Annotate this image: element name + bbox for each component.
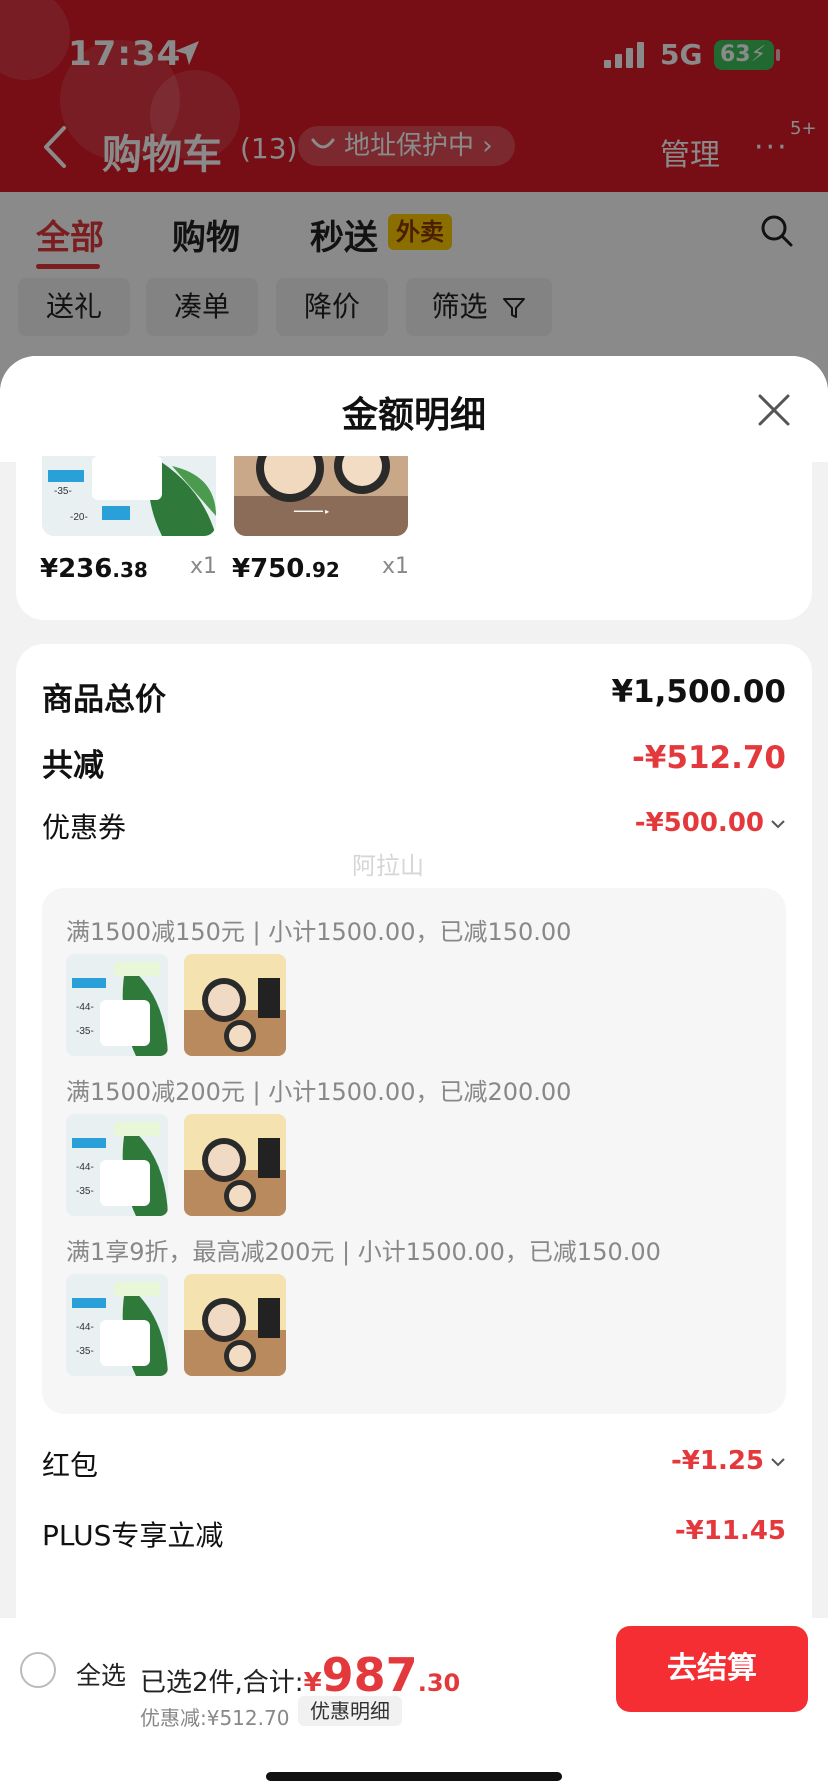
coupon-product-thumbnail [184, 954, 286, 1056]
sheet-header: 金额明细 [0, 356, 828, 462]
price-symbol: ¥ [40, 554, 59, 584]
product-thumbnail-cream[interactable]: -35- -20- [42, 456, 216, 536]
svg-text:-20-: -20- [70, 512, 88, 523]
coupon-rule-text: 满1500减150元 | 小计1500.00，已减150.00 [66, 918, 572, 946]
plus-discount-label: PLUS专享立减 [42, 1519, 224, 1552]
plus-discount-value: -¥11.45 [674, 1516, 786, 1546]
total-int: 987 [321, 1648, 418, 1702]
coupon-label: 优惠券 [42, 811, 127, 844]
price-symbol: ¥ [232, 554, 251, 584]
chevron-down-icon [771, 1457, 785, 1466]
total-price-label: 商品总价 [42, 682, 166, 718]
coupon-breakdown: 满1500减150元 | 小计1500.00，已减150.00 -44- -35… [42, 888, 786, 1414]
total-reduce-value: -¥512.70 [631, 740, 786, 776]
coupon-value-toggle[interactable]: -¥500.00 [635, 808, 786, 838]
cream-jar-product-image: -44- -35- [66, 1274, 168, 1376]
coupon-product-thumbnail: -44- -35- [66, 954, 168, 1056]
svg-text:-35-: -35- [54, 486, 72, 497]
svg-text:-35-: -35- [76, 1186, 94, 1197]
svg-text:━━━━━━ ▸: ━━━━━━ ▸ [293, 507, 329, 516]
cream-jar-product-image: -44- -35- [66, 1114, 168, 1216]
home-indicator[interactable] [266, 1772, 562, 1781]
coupon-product-thumbnail [184, 1274, 286, 1376]
amount-detail-sheet: 金额明细 -35- -20- ¥236.38 x1 ━━━━━━ ▸ ¥750.… [0, 356, 828, 1792]
cream-jar-product-image: -35- -20- [42, 456, 216, 536]
coupon-value: -¥500.00 [634, 808, 764, 838]
selected-summary: 已选2件,合计:¥987.30 [140, 1648, 460, 1702]
sheet-title: 金额明细 [341, 395, 486, 436]
red-packet-value-toggle[interactable]: -¥1.25 [671, 1446, 786, 1476]
svg-text:-44-: -44- [76, 1322, 94, 1333]
coupon-product-thumbnail: -44- -35- [66, 1274, 168, 1376]
coupon-product-thumbnail: -44- -35- [66, 1114, 168, 1216]
price-dec: .92 [304, 558, 340, 582]
svg-text:-44-: -44- [76, 1162, 94, 1173]
svg-text:-35-: -35- [76, 1026, 94, 1037]
product-thumbnail-powder[interactable]: ━━━━━━ ▸ [234, 456, 408, 536]
price-dec: .38 [112, 558, 148, 582]
pressed-powder-product-image: ━━━━━━ ▸ [234, 456, 408, 536]
coupon-product-thumbnail [184, 1114, 286, 1216]
red-packet-label: 红包 [42, 1449, 99, 1482]
discount-detail-button[interactable]: 优惠明细 [298, 1696, 402, 1726]
coupon-rule-text: 满1500减200元 | 小计1500.00，已减200.00 [66, 1078, 572, 1106]
goods-price: ¥750.92 [232, 554, 340, 584]
amount-detail-card: 商品总价 ¥1,500.00 共减 -¥512.70 优惠券 -¥500.00 … [16, 644, 812, 1678]
svg-text:-35-: -35- [76, 1346, 94, 1357]
coupon-rule-text: 满1享9折，最高减200元 | 小计1500.00，已减150.00 [66, 1238, 661, 1266]
cream-jar-product-image: -44- -35- [66, 954, 168, 1056]
selected-goods-card: -35- -20- ¥236.38 x1 ━━━━━━ ▸ ¥750.92 x1 [16, 456, 812, 620]
select-all-radio[interactable] [20, 1652, 56, 1688]
total-reduce-label: 共减 [42, 748, 104, 784]
checkout-button[interactable]: 去结算 [616, 1626, 808, 1712]
red-packet-value: -¥1.25 [670, 1446, 764, 1476]
discount-summary: 优惠减:¥512.70 [140, 1706, 290, 1730]
goods-qty: x1 [190, 554, 218, 579]
price-int: 750 [250, 554, 305, 584]
pressed-powder-product-image [184, 1274, 286, 1376]
pressed-powder-product-image [184, 954, 286, 1056]
watermark-text: 阿拉山 [352, 852, 424, 880]
total-price-value: ¥1,500.00 [611, 674, 786, 710]
svg-text:-44-: -44- [76, 1002, 94, 1013]
goods-price: ¥236.38 [40, 554, 148, 584]
select-all-label[interactable]: 全选 [76, 1656, 126, 1692]
chevron-down-icon [771, 819, 785, 828]
total-symbol: ¥ [303, 1668, 322, 1698]
price-int: 236 [58, 554, 113, 584]
pressed-powder-product-image [184, 1114, 286, 1216]
checkout-footer: 全选 已选2件,合计:¥987.30 优惠减:¥512.70 优惠明细 去结算 [0, 1618, 828, 1792]
close-icon[interactable] [754, 390, 794, 430]
goods-qty: x1 [382, 554, 410, 579]
total-dec: .30 [417, 1669, 461, 1697]
selected-count-text: 已选2件,合计: [140, 1668, 304, 1698]
